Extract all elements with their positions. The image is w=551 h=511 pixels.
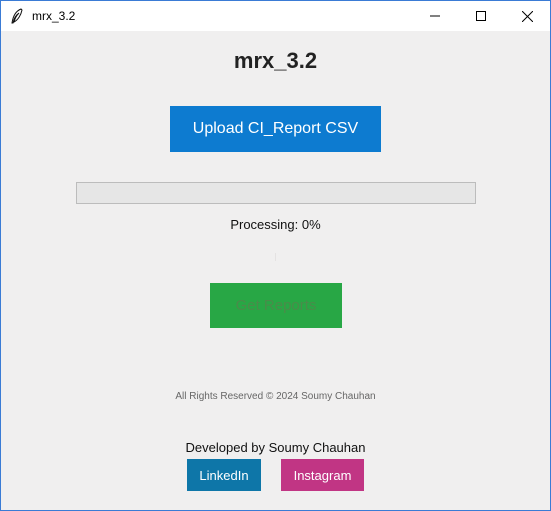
window-title: mrx_3.2 [32, 9, 76, 23]
main-content: mrx_3.2 Upload CI_Report CSV Processing:… [1, 31, 550, 510]
divider-mark [275, 253, 276, 261]
minimize-button[interactable] [412, 1, 458, 31]
close-icon [521, 10, 533, 22]
copyright-text: All Rights Reserved © 2024 Soumy Chauhan [175, 391, 376, 402]
get-reports-button[interactable]: Get Reports [210, 283, 342, 328]
feather-icon [11, 8, 23, 24]
linkedin-button[interactable]: LinkedIn [187, 459, 261, 491]
app-window: mrx_3.2 mrx_3.2 Upload CI_Report CSV Pro… [0, 0, 551, 511]
progress-bar [76, 182, 476, 204]
maximize-button[interactable] [458, 1, 504, 31]
close-button[interactable] [504, 1, 550, 31]
upload-csv-button[interactable]: Upload CI_Report CSV [170, 106, 381, 152]
title-bar[interactable]: mrx_3.2 [1, 1, 550, 31]
processing-status: Processing: 0% [230, 217, 321, 232]
maximize-icon [476, 11, 486, 21]
app-title: mrx_3.2 [233, 48, 318, 73]
developer-credit: Developed by Soumy Chauhan [185, 440, 366, 455]
minimize-icon [430, 15, 440, 17]
instagram-button[interactable]: Instagram [281, 459, 364, 491]
